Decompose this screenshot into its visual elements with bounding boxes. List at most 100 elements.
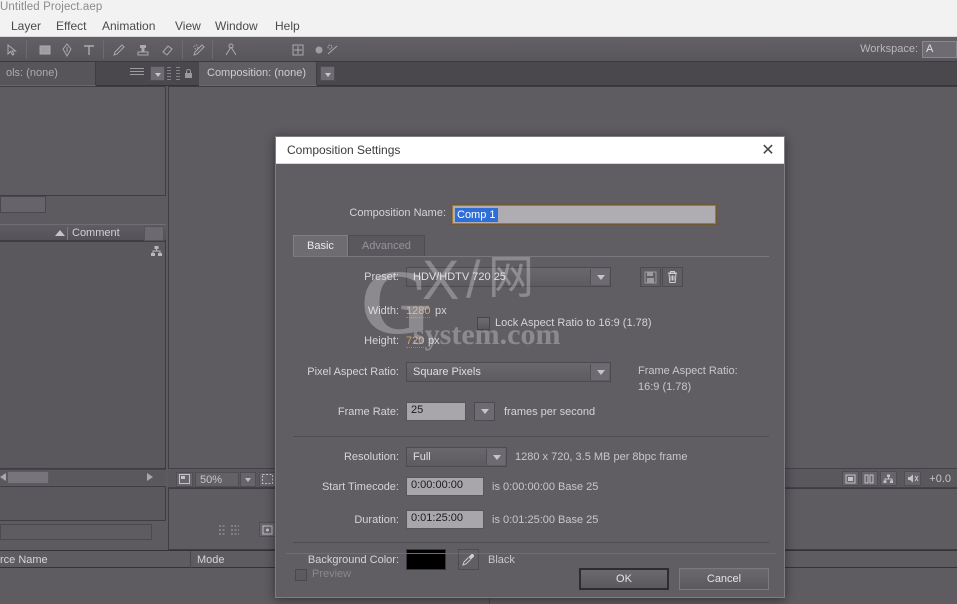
audio-mute-icon[interactable]	[904, 471, 922, 486]
preset-dropdown[interactable]: HDV/HDTV 720 25	[406, 267, 611, 287]
chevron-down-icon[interactable]	[590, 269, 609, 285]
panel-options-dropdown[interactable]	[150, 66, 165, 81]
preset-value: HDV/HDTV 720 25	[413, 271, 506, 283]
frame-rate-label: Frame Rate:	[337, 406, 399, 418]
hscroll-thumb[interactable]	[7, 471, 49, 484]
clone-stamp-tool-icon[interactable]	[134, 41, 151, 58]
panel-grip-right[interactable]	[176, 67, 180, 81]
composition-settings-dialog: Composition Settings ✕ Composition Name:…	[275, 136, 785, 598]
duration-label: Duration:	[354, 514, 399, 526]
frame-rate-dropdown[interactable]	[474, 402, 495, 421]
pen-tool-icon[interactable]	[58, 41, 75, 58]
ok-button[interactable]: OK	[579, 568, 669, 590]
comp-flowchart-icon[interactable]	[861, 471, 879, 486]
pixel-aspect-label: Pixel Aspect Ratio:	[307, 366, 399, 378]
zoom-level-value[interactable]: 50%	[195, 471, 239, 487]
workspace-dropdown[interactable]: A	[922, 41, 957, 58]
menu-item-animation[interactable]: Animation	[99, 19, 158, 33]
search-input[interactable]	[0, 524, 152, 540]
panel-tab-strip: ols: (none) Composition: (none)	[0, 62, 957, 86]
toolbar-separator-2	[103, 40, 104, 59]
selection-tool-icon[interactable]	[3, 41, 20, 58]
dialog-footer-divider	[286, 553, 776, 554]
dialog-tabs: Basic Advanced	[293, 235, 425, 256]
save-preset-icon[interactable]	[640, 267, 661, 287]
lock-aspect-checkbox[interactable]	[477, 317, 490, 330]
panel-menu-icon[interactable]	[130, 68, 144, 79]
hscroll-left-arrow-icon[interactable]	[0, 473, 6, 481]
transform-icon[interactable]	[289, 41, 306, 58]
cancel-button[interactable]: Cancel	[679, 568, 769, 590]
menu-item-view[interactable]: View	[172, 19, 204, 33]
composition-name-label: Composition Name:	[349, 207, 446, 219]
eraser-tool-icon[interactable]	[158, 41, 175, 58]
menu-item-effect[interactable]: Effect	[53, 19, 89, 33]
toolbar-separator-3	[182, 40, 183, 59]
timeline-options-icon[interactable]	[259, 522, 276, 537]
shape-tool-icon[interactable]	[36, 41, 53, 58]
start-timecode-input[interactable]: 0:00:00:00	[406, 477, 484, 496]
duration-input[interactable]: 0:01:25:00	[406, 510, 484, 529]
project-items-list[interactable]	[0, 241, 166, 469]
grid-guides-icon[interactable]	[259, 471, 276, 487]
label-color-icon[interactable]	[144, 226, 164, 241]
comp-hierarchy-icon[interactable]	[880, 471, 898, 486]
composition-tab-dropdown[interactable]	[320, 66, 335, 81]
column-source-name: rce Name	[0, 554, 48, 566]
project-name-field[interactable]	[0, 196, 46, 213]
height-label: Height:	[364, 335, 399, 347]
frame-rate-input[interactable]: 25	[406, 402, 466, 421]
tab-composition[interactable]: Composition: (none)	[199, 62, 317, 86]
window-title-bar: Untitled Project.aep	[0, 0, 957, 16]
chevron-down-icon-3[interactable]	[475, 403, 494, 420]
preview-label: Preview	[312, 568, 352, 580]
type-tool-icon[interactable]	[80, 41, 97, 58]
height-input[interactable]: 720	[406, 335, 425, 348]
pixel-aspect-dropdown[interactable]: Square Pixels	[406, 362, 611, 382]
composition-lock-icon[interactable]	[182, 67, 195, 80]
roto-brush-tool-icon[interactable]	[190, 41, 207, 58]
audio-offset-value[interactable]: +0.0	[929, 473, 951, 485]
start-timecode-note: is 0:00:00:00 Base 25	[492, 481, 599, 493]
tab-advanced[interactable]: Advanced	[347, 235, 425, 256]
region-of-interest-icon[interactable]	[842, 471, 860, 486]
menu-item-window[interactable]: Window	[212, 19, 261, 33]
sort-arrow-icon[interactable]	[55, 230, 65, 236]
composition-size-icon[interactable]	[176, 471, 193, 487]
resolution-label: Resolution:	[343, 451, 399, 463]
frame-aspect-title: Frame Aspect Ratio:	[638, 365, 738, 377]
tab-basic[interactable]: Basic	[293, 235, 348, 256]
mask-icon[interactable]	[324, 41, 341, 58]
close-icon[interactable]: ✕	[758, 141, 778, 161]
column-comment-label: Comment	[72, 227, 120, 239]
window-title: Untitled Project.aep	[0, 1, 103, 13]
zoom-dropdown[interactable]	[240, 471, 256, 487]
start-timecode-label: Start Timecode:	[321, 481, 399, 493]
trash-icon[interactable]	[662, 267, 683, 287]
preview-checkbox[interactable]	[295, 569, 307, 581]
project-footer-panel	[0, 486, 166, 521]
width-label: Width:	[367, 305, 399, 317]
tab-effect-controls[interactable]: ols: (none)	[0, 62, 96, 86]
flowchart-icon[interactable]	[149, 244, 164, 259]
puppet-pin-tool-icon[interactable]	[222, 41, 239, 58]
dialog-title-bar: Composition Settings ✕	[276, 137, 784, 164]
composition-mini-flowchart-icon[interactable]	[215, 522, 243, 538]
project-panel	[0, 86, 166, 196]
panel-grip-left[interactable]	[167, 67, 171, 81]
background-color-name: Black	[488, 554, 515, 566]
hscroll-right-arrow-icon[interactable]	[147, 473, 153, 481]
composition-name-input[interactable]: Comp 1	[451, 204, 717, 225]
frame-rate-unit: frames per second	[504, 406, 596, 418]
tool-bar: Workspace: A	[0, 37, 957, 62]
resolution-dropdown[interactable]: Full	[406, 447, 507, 467]
menu-item-help[interactable]: Help	[272, 19, 303, 33]
chevron-down-icon-4[interactable]	[486, 449, 505, 465]
lock-aspect-label: Lock Aspect Ratio to 16:9 (1.78)	[495, 317, 652, 329]
chevron-down-icon-2[interactable]	[590, 364, 609, 380]
duration-note: is 0:01:25:00 Base 25	[492, 514, 599, 526]
brush-tool-icon[interactable]	[110, 41, 127, 58]
menu-item-layer[interactable]: Layer	[8, 19, 44, 33]
project-scrollbar-horizontal[interactable]	[0, 469, 166, 485]
width-input[interactable]: 1280	[406, 305, 431, 318]
